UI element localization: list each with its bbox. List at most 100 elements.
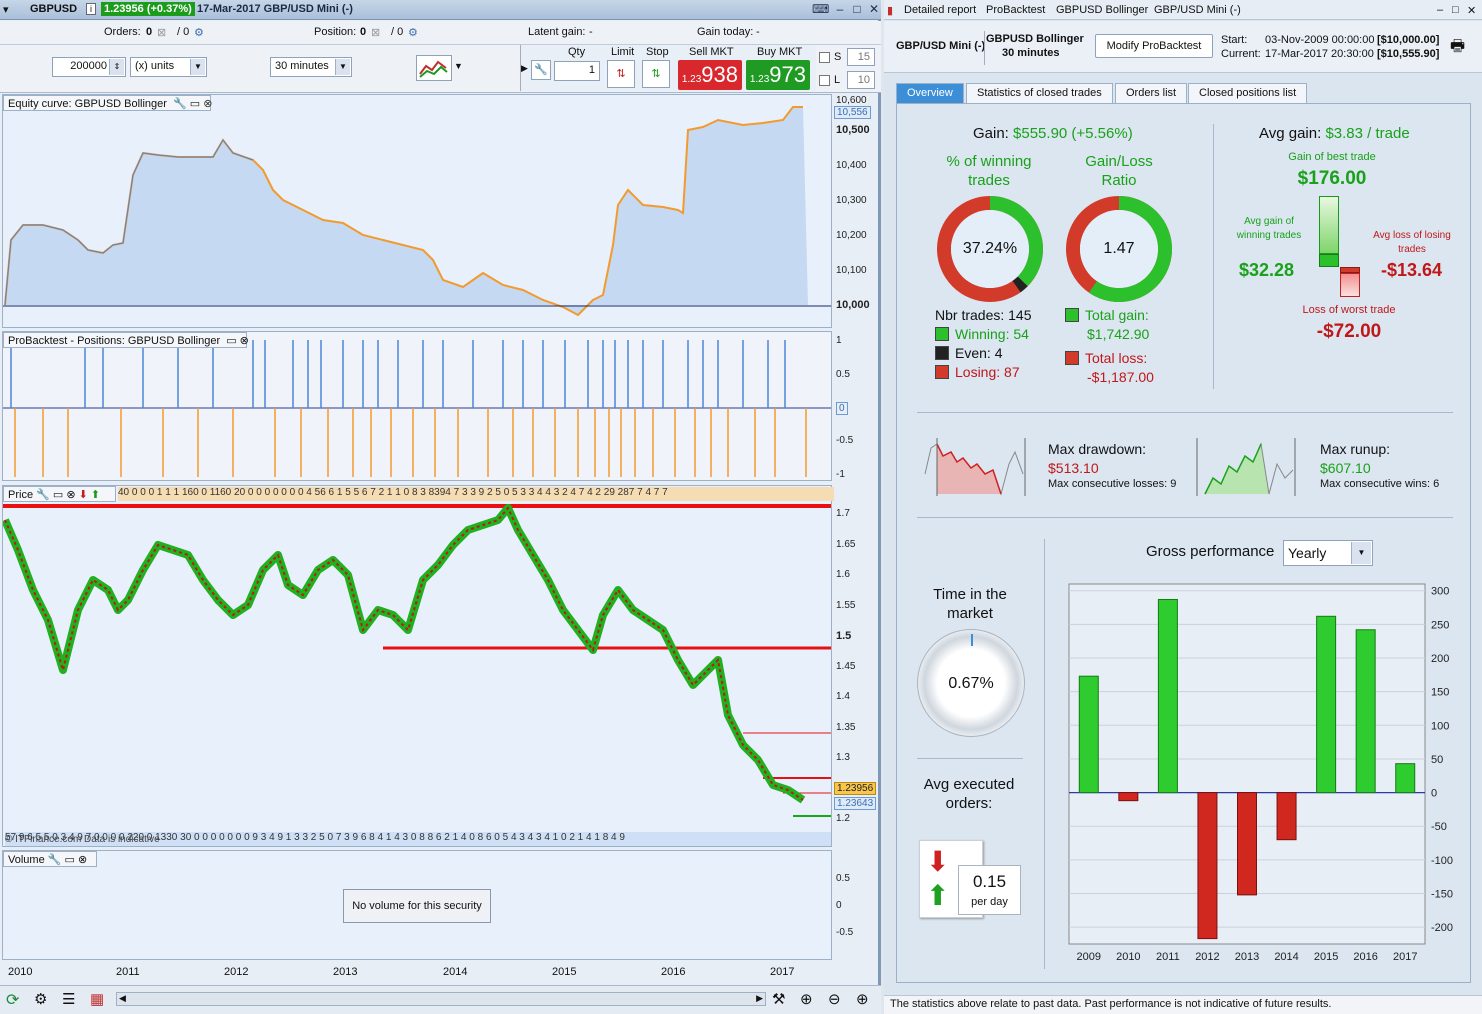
close-icon[interactable]: ⊗ [78, 854, 87, 866]
window-icon[interactable]: ▭ [65, 854, 75, 866]
stop-loss-input[interactable]: 15 [847, 48, 875, 66]
best-trade-value: $176.00 [1297, 168, 1367, 189]
x-axis-ticks: 2009 2010 2011 2012 2013 2014 2015 2016 2017 [1077, 951, 1418, 963]
maximize-icon[interactable]: □ [849, 2, 865, 17]
units-mode-select[interactable]: (x) units ▼ [130, 57, 207, 77]
limit-order-button[interactable]: ⇅ [607, 60, 635, 88]
zoom-fit-icon[interactable]: ⊕ [800, 990, 813, 1008]
zoom-out-icon[interactable]: ⊖ [828, 990, 841, 1008]
chevron-down-icon[interactable]: ▼ [335, 59, 350, 75]
chart-style-dropdown-icon[interactable]: ▼ [454, 61, 463, 71]
qty-input[interactable]: 1 [554, 61, 600, 81]
chevron-down-icon[interactable]: ▼ [1351, 542, 1371, 564]
wrench-icon[interactable]: 🔧 [48, 854, 62, 866]
probuilder-icon[interactable]: ⚙ [34, 990, 47, 1008]
window-icon[interactable]: ▭ [226, 335, 236, 347]
total-gain-swatch [1065, 308, 1079, 322]
sell-arrow-icon[interactable]: ⬇ [79, 489, 88, 501]
chart-style-icon[interactable] [416, 55, 452, 81]
bar-2009[interactable] [1078, 675, 1099, 794]
wrench-icon[interactable]: 🔧 [531, 60, 551, 80]
equity-current-value: 10,556 [834, 106, 871, 119]
keyboard-icon[interactable]: ⌨ [812, 2, 829, 17]
header-divider [984, 31, 985, 65]
equity-panel-title: Equity curve: GBPUSD Bollinger [8, 98, 167, 110]
chevron-down-icon[interactable]: ▼ [190, 59, 205, 75]
wrench-icon[interactable]: 🔧 [173, 98, 187, 110]
window-icon[interactable]: ▭ [190, 98, 200, 110]
units-quantity-input[interactable]: 200000 ⇕ [52, 57, 126, 77]
horizontal-scrollbar[interactable]: ◀ ▶ [116, 992, 766, 1006]
cursor-tool-icon[interactable]: ⚒ [772, 990, 785, 1008]
sell-market-button[interactable]: 1.23938 [678, 60, 742, 90]
menu-arrow-icon[interactable]: ▾ [3, 3, 9, 16]
minimize-icon[interactable]: – [832, 2, 848, 17]
volume-panel[interactable]: Volume 🔧 ▭ ⊗ No volume for this security [2, 850, 832, 960]
window-icon[interactable]: ▭ [53, 489, 63, 501]
no-volume-message: No volume for this security [343, 889, 491, 923]
per-day-label: per day [971, 896, 1008, 908]
equity-curve-panel[interactable]: Equity curve: GBPUSD Bollinger 🔧 ▭ ⊗ [2, 94, 832, 328]
avg-win-value: $32.28 [1239, 260, 1295, 280]
bar-2014[interactable] [1276, 792, 1297, 841]
list-icon[interactable]: ☰ [62, 990, 75, 1008]
bar-2017[interactable] [1395, 763, 1416, 794]
limit-profit-input[interactable]: 10 [847, 71, 875, 89]
breadcrumb-instrument[interactable]: GBP/USD Mini (-) [1154, 4, 1241, 16]
scroll-right-icon[interactable]: ▶ [756, 993, 763, 1004]
tab-overview[interactable]: Overview [896, 83, 964, 103]
zoom-in-icon[interactable]: ⊕ [856, 990, 869, 1008]
x-tick-label: 2014 [1274, 951, 1298, 963]
buy-arrow-icon[interactable]: ⬆ [91, 489, 100, 501]
instrument-symbol[interactable]: GBPUSD [30, 3, 77, 15]
bar-2010[interactable] [1118, 792, 1139, 802]
equity-axis-tick: 10,300 [836, 195, 867, 206]
units-spinner-icon[interactable]: ⇕ [109, 59, 124, 75]
stop-loss-checkbox[interactable] [819, 52, 830, 63]
info-icon[interactable]: i [86, 3, 96, 15]
worst-trade-label: Loss of worst trade [1302, 304, 1396, 316]
close-icon[interactable]: ⊗ [203, 98, 212, 110]
modify-probacktest-button[interactable]: Modify ProBacktest [1095, 34, 1213, 58]
bar-2015[interactable] [1316, 615, 1337, 794]
minimize-icon[interactable]: – [1437, 4, 1443, 16]
buy-market-button[interactable]: 1.23973 [746, 60, 810, 90]
bar-2011[interactable] [1157, 598, 1178, 794]
breadcrumb-system[interactable]: GBPUSD Bollinger [1056, 4, 1148, 16]
report-header: GBP/USD Mini (-) GBPUSD Bollinger 30 min… [884, 21, 1482, 73]
maximize-icon[interactable]: □ [1452, 4, 1459, 16]
position-settings-icon[interactable]: ⚙ [408, 26, 418, 39]
bar-2013[interactable] [1237, 792, 1257, 896]
positions-panel[interactable]: ProBacktest - Positions: GBPUSD Bollinge… [2, 331, 832, 481]
collapse-arrow-icon[interactable]: ▶ [521, 63, 528, 74]
close-icon[interactable]: ✕ [866, 2, 882, 17]
close-icon[interactable]: ✕ [1467, 4, 1476, 17]
period-select[interactable]: Yearly ▼ [1283, 540, 1373, 566]
scroll-left-icon[interactable]: ◀ [119, 993, 126, 1004]
losing-trades: Losing: 87 [935, 364, 1020, 380]
tab-closed-positions[interactable]: Closed positions list [1188, 83, 1308, 103]
equity-curve-chart [3, 106, 831, 317]
stop-order-button[interactable]: ⇅ [642, 60, 670, 88]
breadcrumb-report[interactable]: Detailed report [904, 4, 976, 16]
volume-panel-title: Volume [8, 854, 45, 866]
wrench-icon[interactable]: 🔧 [36, 489, 50, 501]
limit-profit-checkbox[interactable] [819, 75, 830, 86]
grid-icon[interactable]: ▦ [90, 990, 104, 1008]
units-quantity-value: 200000 [70, 60, 107, 72]
timeframe-select[interactable]: 30 minutes ▼ [270, 57, 352, 77]
pct-winning-value: 37.24% [962, 240, 1018, 257]
bar-2012[interactable] [1197, 792, 1218, 940]
position-cancel-icon[interactable]: ⊠ [371, 26, 380, 39]
close-icon[interactable]: ⊗ [66, 489, 75, 501]
add-indicator-icon[interactable]: ⟳ [6, 990, 19, 1010]
print-icon[interactable]: 🖶 [1450, 35, 1465, 62]
orders-settings-icon[interactable]: ⚙ [194, 26, 204, 39]
breadcrumb-probacktest[interactable]: ProBacktest [986, 4, 1045, 16]
price-panel[interactable]: 40 0 0 0 1 1 1 160 0 1160 20 0 0 0 0 0 0… [2, 485, 834, 847]
close-icon[interactable]: ⊗ [240, 335, 249, 347]
tab-statistics[interactable]: Statistics of closed trades [966, 83, 1113, 103]
tab-orders-list[interactable]: Orders list [1115, 83, 1188, 103]
orders-cancel-icon[interactable]: ⊠ [157, 26, 166, 39]
bar-2016[interactable] [1355, 629, 1376, 794]
